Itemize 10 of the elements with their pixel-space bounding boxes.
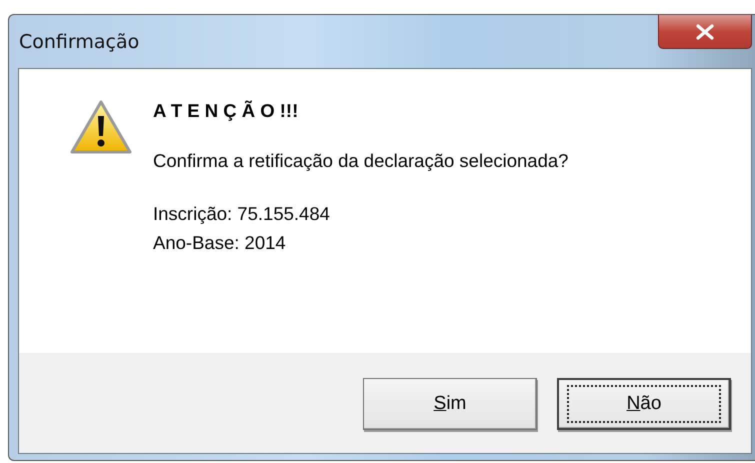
warning-icon — [69, 99, 133, 155]
question-text: Confirma a retificação da declaração selecionada? — [153, 150, 568, 172]
detail-text: Inscrição: 75.155.484 — [153, 202, 331, 226]
close-button[interactable] — [658, 15, 752, 49]
dialog-button[interactable]: Sim — [363, 378, 537, 430]
window-title: Confirmação — [19, 31, 140, 53]
close-icon — [694, 24, 716, 40]
warning-heading: A T E N Ç Ã O !!! — [153, 100, 300, 122]
dialog-button[interactable]: Não — [557, 378, 731, 430]
detail-text: Ano-Base: 2014 — [153, 231, 287, 255]
